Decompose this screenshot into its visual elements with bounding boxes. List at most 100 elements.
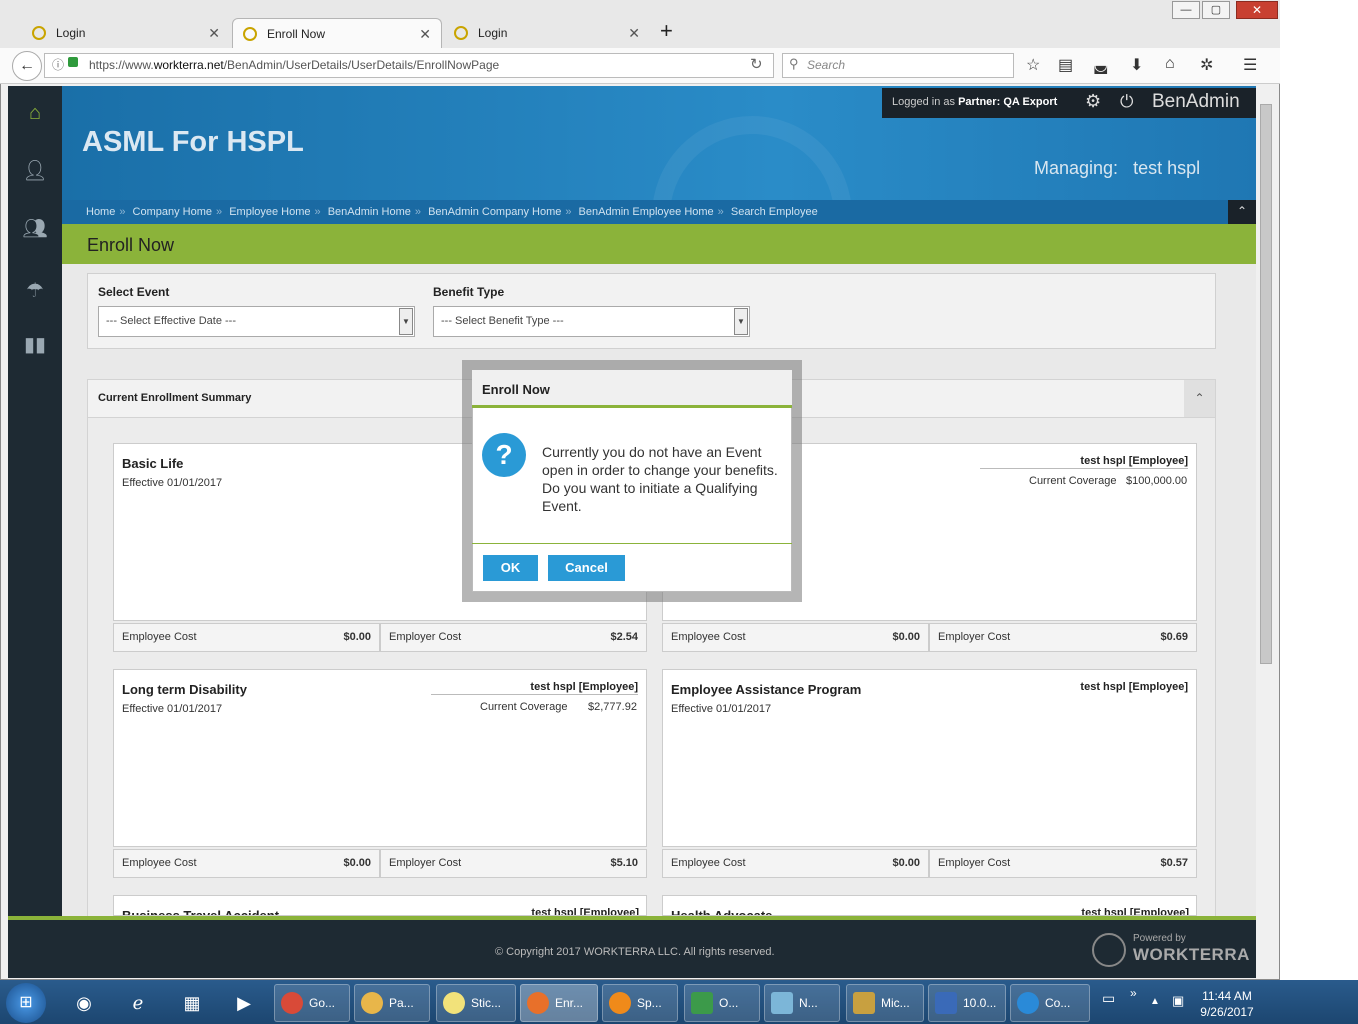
- media-pinned-icon[interactable]: ▶: [220, 984, 268, 1022]
- notepad-icon: [771, 992, 793, 1014]
- close-icon[interactable]: ✕: [208, 25, 220, 42]
- benefit-type-dropdown[interactable]: --- Select Benefit Type --- ▼: [433, 306, 750, 337]
- info-icon[interactable]: ⓘ: [52, 56, 64, 73]
- taskbar-item-sticky-notes[interactable]: Stic...: [436, 984, 516, 1022]
- cost-value: $0.00: [343, 857, 371, 869]
- breadcrumb-search-employee[interactable]: Search Employee: [731, 206, 818, 218]
- ie-pinned-icon[interactable]: ℯ: [114, 984, 162, 1022]
- taskbar-item-o[interactable]: O...: [684, 984, 760, 1022]
- tools-icon: [853, 992, 875, 1014]
- back-button[interactable]: ←: [12, 51, 42, 81]
- breadcrumb-employee-home[interactable]: Employee Home: [229, 206, 310, 218]
- taskbar-item-sp[interactable]: Sp...: [602, 984, 678, 1022]
- card-effective-date: Effective 01/01/2017: [122, 703, 223, 715]
- breadcrumb-home[interactable]: Home: [86, 206, 115, 218]
- pocket-icon[interactable]: ◛: [1093, 55, 1109, 75]
- card-owner: test hspl [Employee]: [1080, 681, 1188, 693]
- cost-value: $0.00: [343, 631, 371, 643]
- taskbar-label: Pa...: [389, 996, 414, 1010]
- coverage-value: $2,777.92: [588, 701, 637, 713]
- url-host: workterra.net: [153, 58, 224, 72]
- tab-login-1[interactable]: Login ✕: [22, 18, 230, 48]
- bookmark-star-icon[interactable]: ☆: [1026, 55, 1040, 75]
- chevron-up-icon[interactable]: ▲: [1150, 996, 1160, 1007]
- maximize-button[interactable]: ▢: [1202, 1, 1230, 19]
- cost-value: $0.00: [892, 857, 920, 869]
- gear-icon[interactable]: ⚙: [1085, 91, 1101, 112]
- taskbar-item-ie[interactable]: Co...: [1010, 984, 1090, 1022]
- home-icon[interactable]: ⌂: [8, 84, 62, 142]
- select-event-dropdown[interactable]: --- Select Effective Date --- ▼: [98, 306, 415, 337]
- start-button[interactable]: ⊞: [6, 983, 46, 1023]
- taskbar-item-remote[interactable]: 10.0...: [928, 984, 1006, 1022]
- home-icon[interactable]: ⌂: [1165, 55, 1175, 73]
- reading-list-icon[interactable]: ▤: [1058, 55, 1073, 75]
- cancel-button[interactable]: Cancel: [548, 555, 625, 581]
- taskbar-item-chrome[interactable]: Go...: [274, 984, 350, 1022]
- taskbar-item-firefox[interactable]: Enr...: [520, 984, 598, 1022]
- close-icon[interactable]: ✕: [628, 25, 640, 42]
- address-bar[interactable]: https://www.workterra.net/BenAdmin/UserD…: [44, 53, 774, 78]
- employee-cost: Employee Cost $0.00: [662, 849, 929, 878]
- window-close-button[interactable]: ✕: [1236, 1, 1278, 19]
- employee-cost: Employee Cost $0.00: [113, 849, 380, 878]
- breadcrumb-benadmin-company-home[interactable]: BenAdmin Company Home: [428, 206, 561, 218]
- extension-icon[interactable]: ✲: [1200, 55, 1213, 75]
- chrome-pinned-icon[interactable]: ◉: [60, 984, 108, 1022]
- user-icon[interactable]: 👤︎: [8, 142, 62, 200]
- folder-tray-icon[interactable]: ▭: [1102, 990, 1115, 1007]
- scrollbar-thumb[interactable]: [1260, 104, 1272, 664]
- menu-icon[interactable]: ☰: [1243, 55, 1257, 75]
- minimize-button[interactable]: —: [1172, 1, 1200, 19]
- tab-enroll-now[interactable]: Enroll Now ✕: [232, 18, 442, 48]
- card-owner: test hspl [Employee]: [431, 681, 638, 695]
- taskbar-label: Co...: [1045, 996, 1071, 1010]
- employer-cost: Employer Cost $2.54: [380, 623, 647, 652]
- benefit-card: Business Travel Accident test hspl [Empl…: [113, 895, 647, 916]
- brand-name: BenAdmin: [1152, 91, 1240, 112]
- taskbar-item-paint[interactable]: Pa...: [354, 984, 430, 1022]
- taskbar-label: Mic...: [881, 996, 910, 1010]
- employee-cost: Employee Cost $0.00: [113, 623, 380, 652]
- ok-button[interactable]: OK: [483, 555, 538, 581]
- power-icon[interactable]: ⏻: [1120, 92, 1133, 112]
- chevron-right-icon[interactable]: »: [1130, 986, 1137, 1000]
- network-icon[interactable]: ▣: [1172, 993, 1184, 1009]
- benefit-type-value: --- Select Benefit Type ---: [441, 315, 564, 327]
- taskbar-item-notepad[interactable]: N...: [764, 984, 840, 1022]
- url-prefix: https://www.: [89, 58, 154, 72]
- copyright-text: © Copyright 2017 WORKTERRA LLC. All righ…: [495, 946, 775, 958]
- chevron-up-icon[interactable]: ⌃: [1228, 200, 1256, 224]
- url-path: /BenAdmin/UserDetails/UserDetails/Enroll…: [223, 58, 500, 72]
- dropdown-arrow-icon[interactable]: ▼: [399, 308, 413, 335]
- taskbar-label: Stic...: [471, 996, 502, 1010]
- chevron-up-icon[interactable]: ⌃: [1184, 380, 1215, 417]
- users-icon[interactable]: 👥︎: [8, 200, 62, 258]
- dialog-title: Enroll Now: [482, 382, 550, 397]
- reports-chart-icon[interactable]: ▮▮: [8, 316, 62, 374]
- dialog-divider: [472, 543, 792, 544]
- firefox-icon: [527, 992, 549, 1014]
- taskbar-label: 10.0...: [963, 996, 997, 1010]
- system-clock[interactable]: 11:44 AM 9/26/2017: [1195, 988, 1259, 1020]
- explorer-pinned-icon[interactable]: ▦: [168, 984, 216, 1022]
- breadcrumb-benadmin-employee-home[interactable]: BenAdmin Employee Home: [579, 206, 714, 218]
- login-favicon-icon: [454, 26, 468, 40]
- benefits-icon[interactable]: ☂: [8, 262, 62, 320]
- search-input[interactable]: Search: [782, 53, 1014, 78]
- benefit-card: Health Advocate test hspl [Employee]: [662, 895, 1197, 916]
- dropdown-arrow-icon[interactable]: ▼: [734, 308, 748, 335]
- new-tab-icon[interactable]: +: [660, 18, 673, 44]
- close-icon[interactable]: ✕: [419, 26, 431, 43]
- card-title: Long term Disability: [122, 682, 247, 697]
- clock-time: 11:44 AM: [1202, 989, 1252, 1003]
- download-icon[interactable]: ⬇: [1130, 55, 1143, 75]
- tab-login-2[interactable]: Login ✕: [444, 18, 650, 48]
- breadcrumb-company-home[interactable]: Company Home: [133, 206, 212, 218]
- cost-label: Employer Cost: [389, 631, 462, 643]
- taskbar-item-mic[interactable]: Mic...: [846, 984, 924, 1022]
- breadcrumb-benadmin-home[interactable]: BenAdmin Home: [328, 206, 411, 218]
- coverage-label: Current Coverage: [480, 701, 568, 713]
- managing-value: test hspl: [1133, 158, 1201, 178]
- reload-icon[interactable]: ↻: [750, 55, 763, 73]
